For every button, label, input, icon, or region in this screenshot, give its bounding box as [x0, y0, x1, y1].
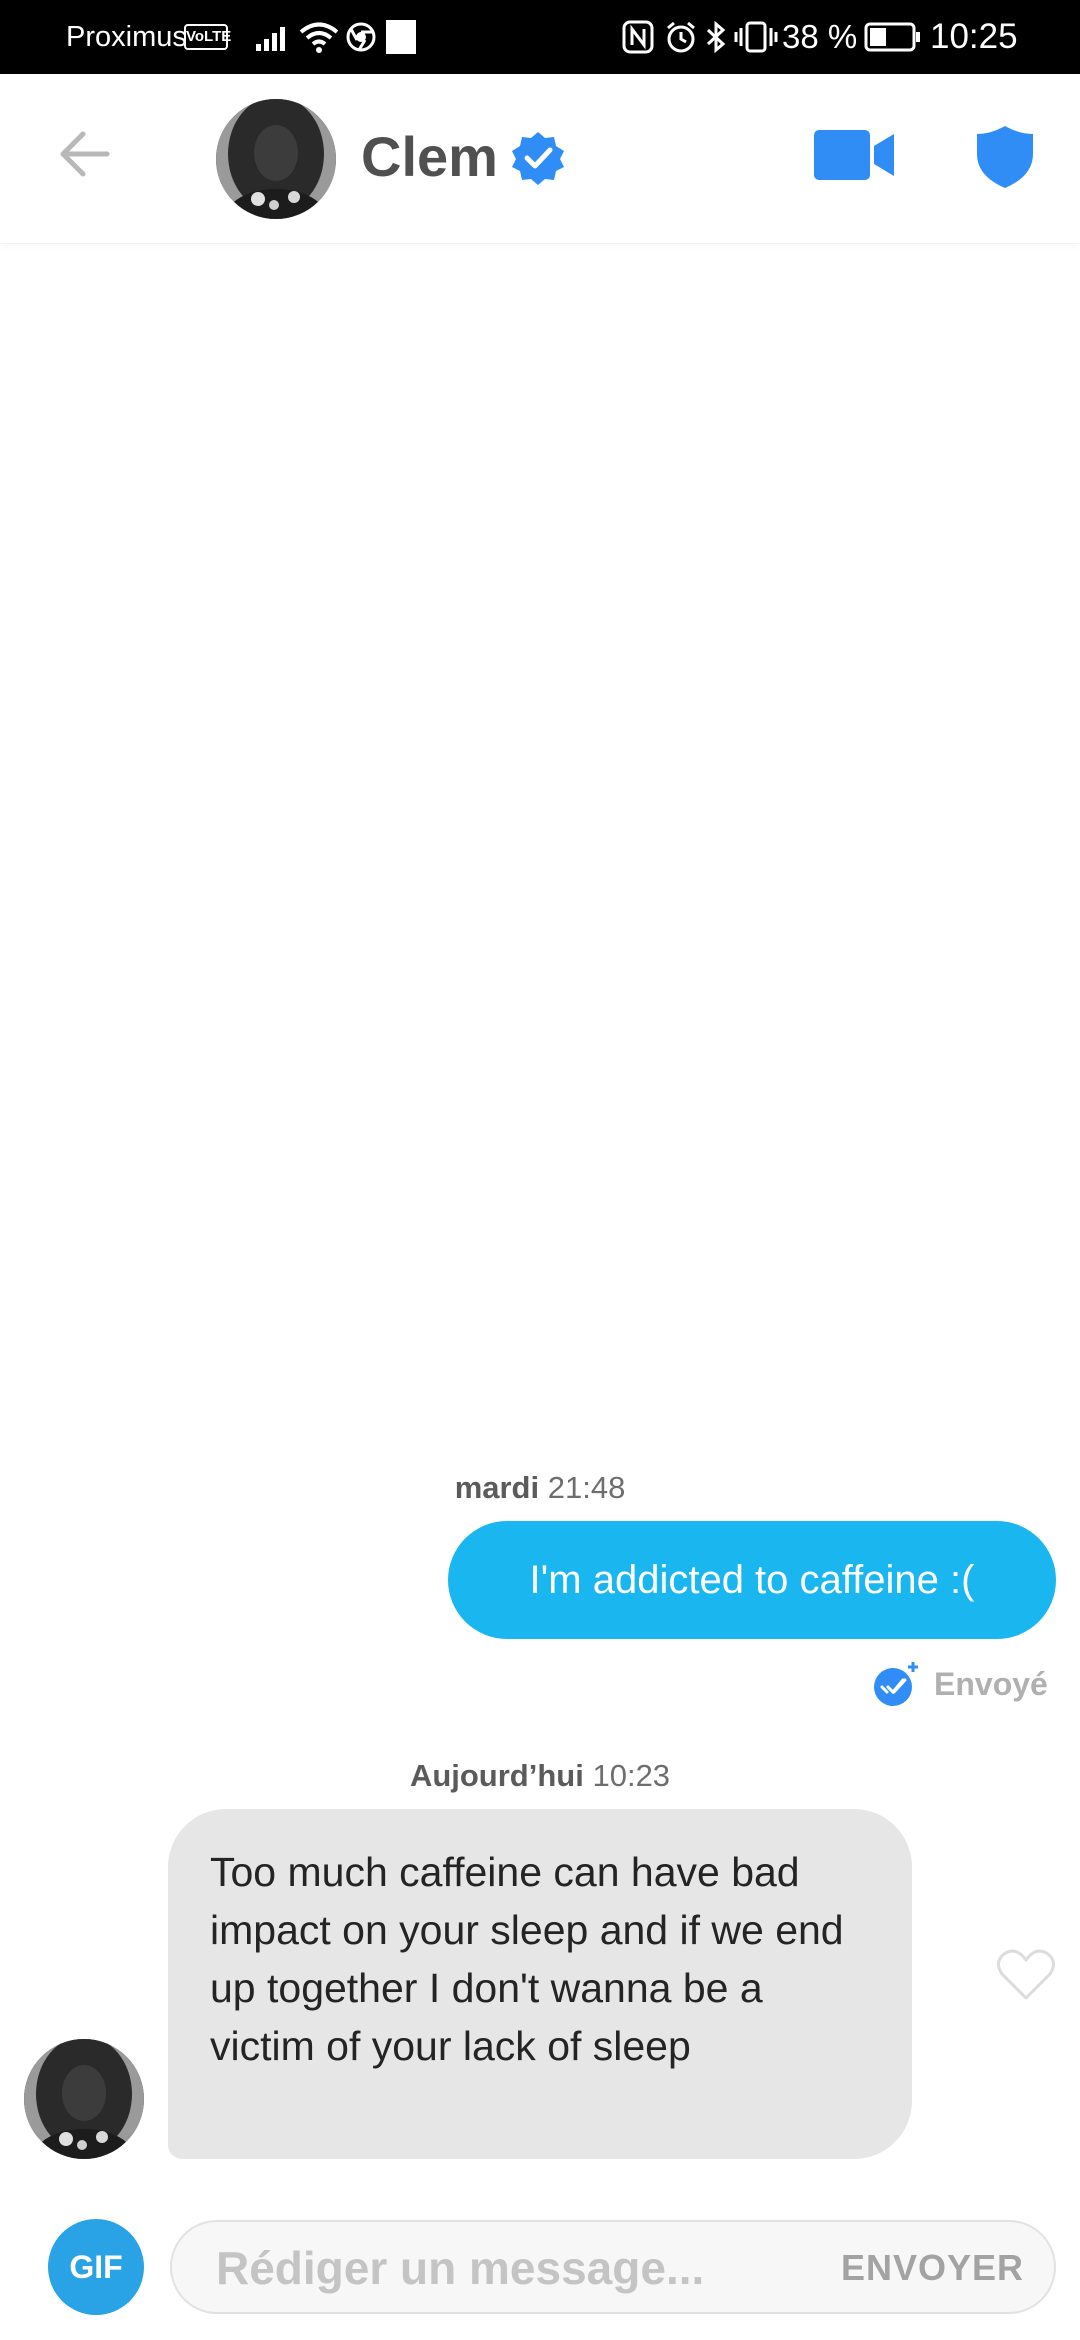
message-composer: ENVOYER [170, 2220, 1056, 2314]
vibrate-icon [734, 21, 778, 53]
video-call-button[interactable] [814, 128, 896, 187]
battery-percentage: 38 % [782, 18, 858, 55]
shield-icon [977, 126, 1033, 188]
status-bar: Proximus VoLTE 38 % 10:25 [0, 0, 1080, 74]
sent-label: Envoyé [934, 1665, 1048, 1702]
bluetooth-icon [706, 20, 726, 54]
timestamp-time: 21:48 [547, 1470, 626, 1505]
outgoing-message[interactable]: I'm addicted to caffeine :( [448, 1521, 1056, 1639]
message-timestamp: Aujourd’hui 10:23 [330, 1758, 750, 1794]
clock: 10:25 [930, 17, 1018, 56]
like-message-button[interactable] [996, 1948, 1056, 2007]
volte-badge: VoLTE [184, 24, 231, 50]
timestamp-day: mardi [454, 1470, 540, 1505]
chat-header: Clem [0, 74, 1080, 244]
message-input[interactable] [216, 2236, 776, 2300]
back-button[interactable] [52, 122, 116, 186]
nfc-icon [622, 20, 654, 54]
video-camera-icon [814, 130, 894, 180]
heart-icon [997, 1949, 1055, 2000]
sender-avatar[interactable] [24, 2039, 144, 2159]
alarm-icon [667, 21, 695, 53]
contact-name[interactable]: Clem [361, 124, 498, 190]
message-timestamp: mardi 21:48 [420, 1470, 660, 1506]
signal-icon [256, 27, 285, 51]
verified-badge-icon [512, 132, 564, 185]
battery-icon [864, 22, 920, 52]
send-button[interactable]: ENVOYER [841, 2244, 1024, 2292]
back-arrow-icon [60, 131, 110, 177]
notification-square-icon [386, 20, 416, 54]
timestamp-time: 10:23 [592, 1758, 671, 1793]
carrier-name: Proximus [66, 21, 187, 53]
person-photo-icon [24, 2039, 144, 2159]
sent-status: Envoyé [872, 1660, 1048, 1708]
chrome-icon [346, 22, 376, 52]
person-photo-icon [216, 99, 336, 219]
sent-check-icon [874, 1662, 918, 1706]
gif-button[interactable]: GIF [48, 2219, 144, 2315]
safety-button[interactable] [975, 124, 1035, 195]
incoming-message[interactable]: Too much caffeine can have bad impact on… [168, 1809, 912, 2159]
contact-avatar[interactable] [216, 99, 336, 219]
timestamp-day: Aujourd’hui [409, 1758, 584, 1793]
wifi-icon [299, 22, 339, 53]
